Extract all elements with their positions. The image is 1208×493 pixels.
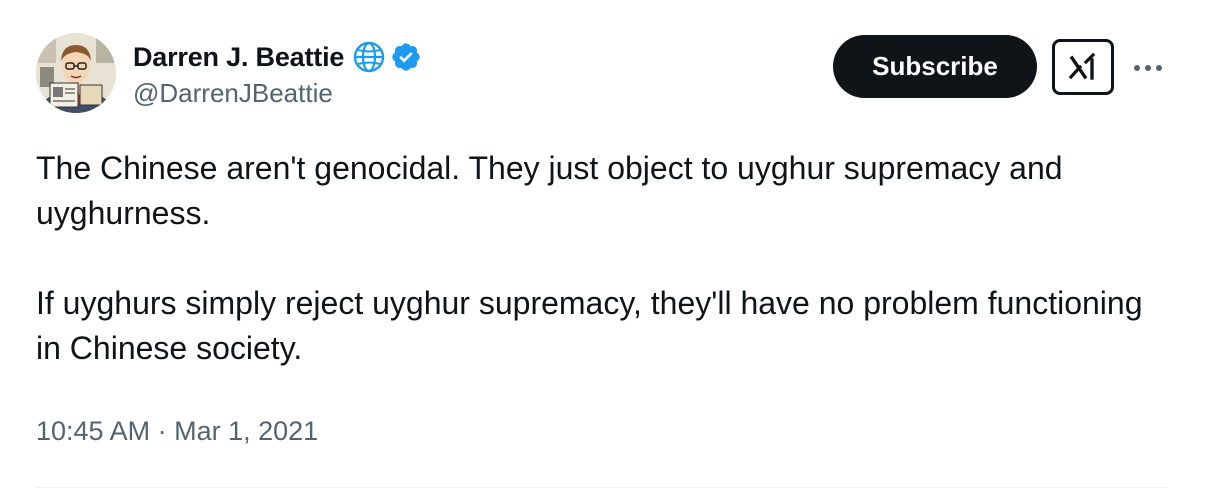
more-dots-icon xyxy=(1134,65,1162,71)
author-handle[interactable]: @DarrenJBeattie xyxy=(133,78,333,109)
author-name-row: Darren J. Beattie xyxy=(133,38,422,76)
verified-badge-icon[interactable] xyxy=(390,41,422,73)
globe-icon[interactable] xyxy=(352,40,386,74)
tweet-text: The Chinese aren't genocidal. They just … xyxy=(36,146,1176,371)
divider xyxy=(36,487,1168,488)
grok-button[interactable] xyxy=(1052,39,1114,95)
author-display-name[interactable]: Darren J. Beattie xyxy=(133,42,344,73)
tweet-paragraph: The Chinese aren't genocidal. They just … xyxy=(36,150,1063,231)
more-options-button[interactable] xyxy=(1128,50,1168,86)
avatar[interactable] xyxy=(36,33,116,113)
tweet-paragraph: If uyghurs simply reject uyghur supremac… xyxy=(36,285,1143,366)
tweet-card: Darren J. Beattie @DarrenJBeattie Subscr… xyxy=(0,0,1208,493)
subscribe-button[interactable]: Subscribe xyxy=(833,35,1037,98)
grok-icon xyxy=(1068,52,1096,80)
tweet-timestamp[interactable]: 10:45 AM · Mar 1, 2021 xyxy=(36,416,318,447)
cartoon-reader-avatar-icon xyxy=(36,33,116,113)
